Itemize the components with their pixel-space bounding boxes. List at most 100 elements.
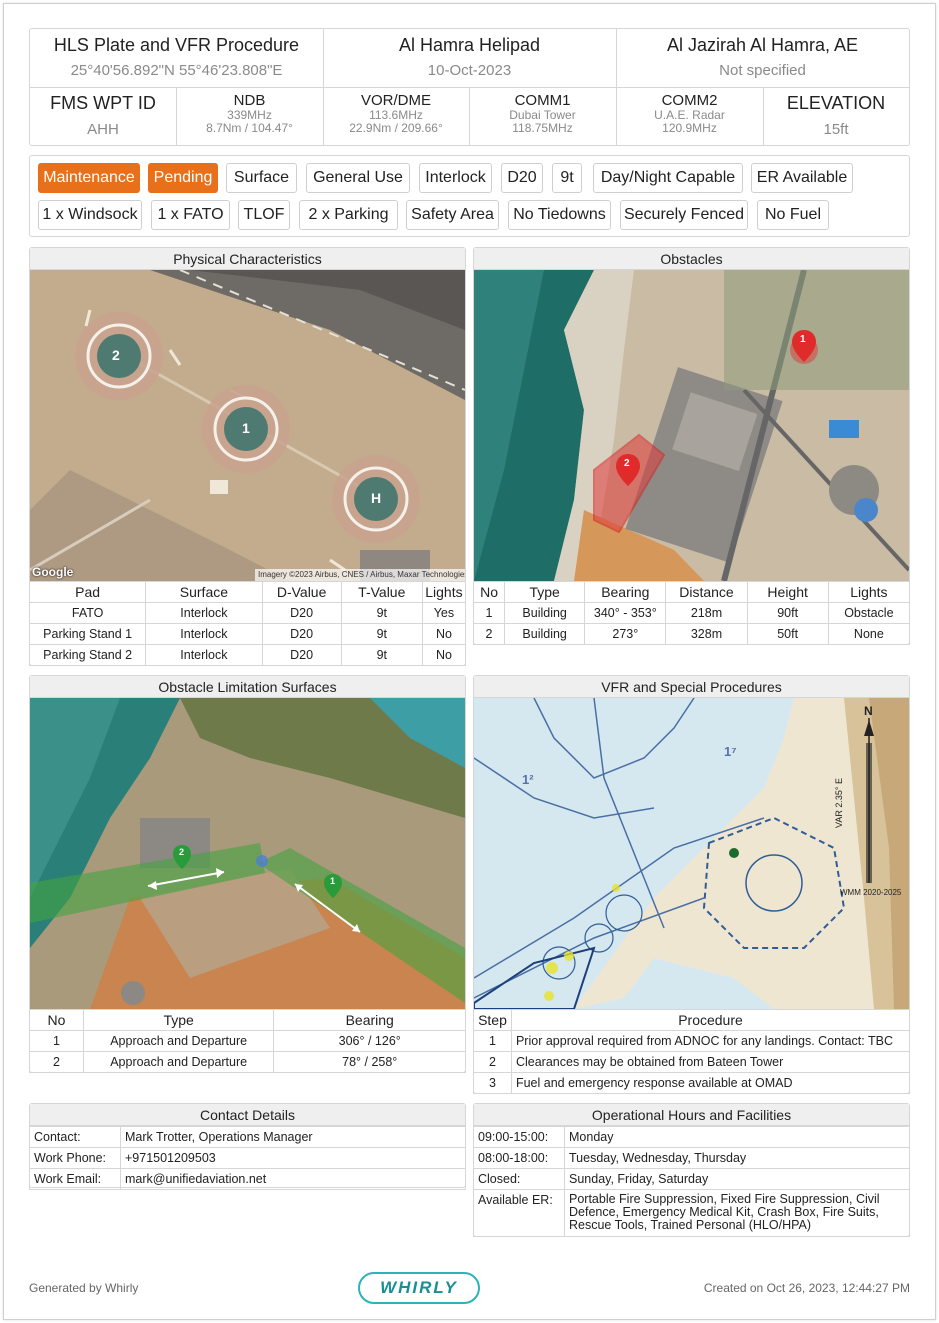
hours-row: Closed: Sunday, Friday, Saturday xyxy=(473,1168,910,1190)
comm1-freq: 118.75MHz xyxy=(512,121,573,135)
google-logo: Google xyxy=(32,565,74,579)
er-label: Available ER: xyxy=(473,1189,565,1237)
header-helipad: Al Hamra Helipad 10-Oct-2023 xyxy=(323,29,616,79)
comm2-freq: 120.9MHz xyxy=(662,121,717,135)
phone-value[interactable]: +971501209503 xyxy=(120,1147,466,1169)
pad-label-1: 1 xyxy=(242,420,250,436)
hours-title: Operational Hours and Facilities xyxy=(474,1104,909,1126)
tag-interlock[interactable]: Interlock xyxy=(419,163,492,193)
contact-value: Mark Trotter, Operations Manager xyxy=(120,1126,466,1148)
comm2-cell: COMM2 U.A.E. Radar 120.9MHz xyxy=(616,87,763,135)
cell: 3 xyxy=(473,1072,512,1094)
vfr-table: Step Procedure 1 Prior approval required… xyxy=(473,1009,911,1094)
table-header-row: Pad Surface D-Value T-Value Lights xyxy=(28,581,467,603)
tag-surface[interactable]: Surface xyxy=(226,163,297,193)
wmm-label: WMM 2020-2025 xyxy=(840,888,902,897)
tag-no-fuel[interactable]: No Fuel xyxy=(757,200,829,230)
table-row: Parking Stand 2 Interlock D20 9t No xyxy=(28,644,467,666)
fms-cell: FMS WPT ID AHH xyxy=(30,87,176,138)
cell: 273° xyxy=(584,623,667,645)
ols-table: No Type Bearing 1 Approach and Departure… xyxy=(29,1009,466,1073)
obstacle-marker-1[interactable]: 1 xyxy=(800,334,806,345)
obstacles-satellite-image xyxy=(474,270,909,581)
tag-er-available[interactable]: ER Available xyxy=(751,163,853,193)
email-label: Work Email: xyxy=(29,1168,121,1190)
table-header-row: Step Procedure xyxy=(473,1009,911,1031)
cell: Parking Stand 2 xyxy=(28,644,147,666)
helipad-name: Al Hamra Helipad xyxy=(398,35,541,55)
tag-no-tiedowns[interactable]: No Tiedowns xyxy=(508,200,611,230)
tag-general-use[interactable]: General Use xyxy=(306,163,410,193)
elevation-title: ELEVATION xyxy=(786,93,886,113)
ols-satellite-image xyxy=(30,698,465,1009)
contact-row: Contact: Mark Trotter, Operations Manage… xyxy=(29,1126,466,1148)
tag-fato[interactable]: 1 x FATO xyxy=(151,200,230,230)
ndb-title: NDB xyxy=(233,92,266,109)
phone-label: Work Phone: xyxy=(29,1147,121,1169)
contact-row: Work Phone: +971501209503 xyxy=(29,1147,466,1169)
comm1-title: COMM1 xyxy=(514,92,571,109)
vfr-panel: VFR and Special Procedures N VAR 2.35° E… xyxy=(473,675,911,1094)
vor-range: 22.9Nm / 209.66° xyxy=(349,121,443,135)
elevation-cell: ELEVATION 15ft xyxy=(763,87,909,138)
cell: 2 xyxy=(473,1051,512,1073)
hours-value: Tuesday, Wednesday, Thursday xyxy=(564,1147,910,1169)
plate-date: 10-Oct-2023 xyxy=(427,62,512,79)
tag-d20[interactable]: D20 xyxy=(501,163,543,193)
col-distance: Distance xyxy=(665,581,748,603)
vfr-chart[interactable]: N VAR 2.35° E WMM 2020-2025 1² 1⁷ xyxy=(474,698,909,1009)
tag-securely-fenced[interactable]: Securely Fenced xyxy=(620,200,748,230)
ols-map[interactable]: 2 1 xyxy=(30,698,465,1009)
col-lights: Lights xyxy=(421,581,467,603)
tag-safety-area[interactable]: Safety Area xyxy=(406,200,499,230)
cell: 2 xyxy=(472,623,506,645)
tag-day-night[interactable]: Day/Night Capable xyxy=(593,163,743,193)
contact-table: Contact: Mark Trotter, Operations Manage… xyxy=(29,1126,466,1190)
vfr-chart-image xyxy=(474,698,909,1009)
col-dvalue: D-Value xyxy=(261,581,342,603)
col-step: Step xyxy=(473,1009,512,1031)
generated-by: Generated by Whirly xyxy=(29,1281,139,1295)
north-label: N xyxy=(864,704,873,718)
ols-title: Obstacle Limitation Surfaces xyxy=(30,676,465,698)
col-bearing: Bearing xyxy=(273,1009,466,1031)
tag-tlof[interactable]: TLOF xyxy=(238,200,290,230)
col-bearing: Bearing xyxy=(584,581,667,603)
ols-marker-2[interactable]: 2 xyxy=(179,847,184,857)
tag-windsock[interactable]: 1 x Windsock xyxy=(38,200,142,230)
cell: Interlock xyxy=(145,644,263,666)
table-row: 2 Building 273° 328m 50ft None xyxy=(472,623,911,645)
header-box: HLS Plate and VFR Procedure 25°40'56.892… xyxy=(29,28,910,146)
tag-maintenance[interactable]: Maintenance xyxy=(38,163,140,193)
physical-panel: Physical Characteristics 2 1 H Google Im… xyxy=(28,247,467,666)
col-lights: Lights xyxy=(827,581,911,603)
hours-label: 09:00-15:00: xyxy=(473,1126,565,1148)
tag-pending[interactable]: Pending xyxy=(148,163,218,193)
vor-title: VOR/DME xyxy=(360,92,431,109)
tag-parking[interactable]: 2 x Parking xyxy=(299,200,398,230)
col-procedure: Procedure xyxy=(510,1009,911,1031)
feature-tags: Maintenance Pending Surface General Use … xyxy=(29,155,910,237)
procedure-title: HLS Plate and VFR Procedure xyxy=(53,35,300,55)
pad-label-h: H xyxy=(371,490,382,506)
header-procedure: HLS Plate and VFR Procedure 25°40'56.892… xyxy=(30,29,323,79)
cell: D20 xyxy=(261,644,342,666)
physical-map[interactable]: 2 1 H Google Imagery ©2023 Airbus, CNES … xyxy=(30,270,465,581)
table-row: 2 Approach and Departure 78° / 258° xyxy=(29,1051,466,1073)
coordinates: 25°40'56.892"N 55°46'23.808"E xyxy=(70,62,283,79)
col-type: Type xyxy=(82,1009,275,1031)
cell: Interlock xyxy=(145,623,263,645)
header-location: Al Jazirah Al Hamra, AE Not specified xyxy=(616,29,909,79)
cell: 1 xyxy=(29,1030,84,1052)
comm1-cell: COMM1 Dubai Tower 118.75MHz xyxy=(469,87,616,135)
col-pad: Pad xyxy=(28,581,147,603)
obstacles-map[interactable]: 1 2 xyxy=(474,270,909,581)
cell: 218m xyxy=(665,602,748,624)
obstacle-marker-2[interactable]: 2 xyxy=(624,458,630,469)
hours-row: 09:00-15:00: Monday xyxy=(473,1126,910,1148)
ols-marker-1[interactable]: 1 xyxy=(330,876,335,886)
email-value[interactable]: mark@unifiedaviation.net xyxy=(120,1168,466,1190)
cell: Building xyxy=(504,623,586,645)
tag-9t[interactable]: 9t xyxy=(552,163,582,193)
cell: D20 xyxy=(261,602,342,624)
